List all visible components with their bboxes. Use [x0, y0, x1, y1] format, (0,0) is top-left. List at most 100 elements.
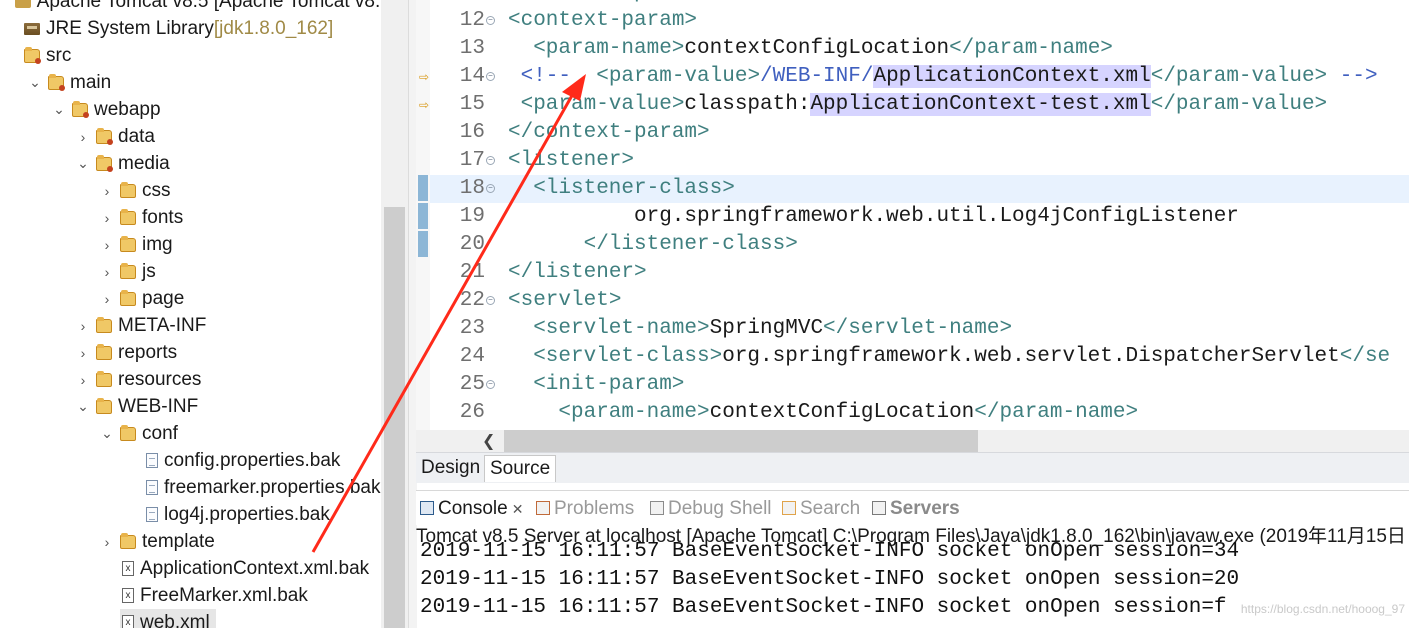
explorer-scrollbar-thumb[interactable] [384, 207, 405, 628]
code-line[interactable]: 13 <param-name>contextConfigLocation</par… [430, 35, 1409, 63]
tab-source[interactable]: Source [484, 455, 557, 482]
code-line[interactable]: 14− <!-- <param-value>/WEB-INF/Applicatio… [430, 63, 1409, 91]
chevron-right-icon[interactable]: › [100, 264, 114, 280]
tree-item-config-properties-bak[interactable]: ›config.properties.bak [0, 447, 408, 474]
close-icon[interactable]: ✕ [512, 501, 524, 517]
code-line[interactable]: 20 </listener-class> [430, 231, 1409, 259]
code-line[interactable]: 17− <listener> [430, 147, 1409, 175]
code-line[interactable]: 22− <servlet> [430, 287, 1409, 315]
tree-item-freemarker-properties-bak[interactable]: ›freemarker.properties.bak [0, 474, 408, 501]
tree-item-reports[interactable]: › reports [0, 339, 408, 366]
tree-item-jre-system-library[interactable]: ›JRE System Library [jdk1.8.0_162] [0, 15, 384, 42]
tree-item-label: main [70, 71, 112, 93]
xml-tag-token: </servlet-name> [823, 317, 1013, 340]
code-line[interactable]: 26 <param-name>contextConfigLocation</par… [430, 399, 1409, 427]
tree-item-template[interactable]: › template [0, 528, 408, 555]
tree-item-conf[interactable]: ⌄ conf [0, 420, 408, 447]
chevron-right-icon[interactable]: › [100, 183, 114, 199]
code-text: <param-value>classpath:ApplicationContex… [520, 91, 1328, 119]
line-number: 23 [459, 317, 485, 340]
tree-item-applicationcontext-xml-bak[interactable]: ›xApplicationContext.xml.bak [0, 555, 408, 582]
tree-item-log4j-properties-bak[interactable]: ›log4j.properties.bak [0, 501, 408, 528]
code-line[interactable]: 12− <context-param> [430, 7, 1409, 35]
code-line[interactable]: 16 </context-param> [430, 119, 1409, 147]
fold-toggle-icon[interactable]: − [486, 296, 495, 305]
tab-problems[interactable]: Problems [536, 497, 634, 521]
xml-tag-token: </param-name> [949, 37, 1113, 60]
text-token: classpath: [684, 93, 811, 116]
marker-arrow-icon[interactable]: ⇨ [419, 71, 429, 83]
xml-tag-token: </param-name> [974, 401, 1139, 424]
chevron-right-icon[interactable]: › [100, 291, 114, 307]
code-line[interactable]: 25− <init-param> [430, 371, 1409, 399]
chevron-right-icon[interactable]: › [100, 534, 114, 550]
marker-arrow-icon[interactable]: ⇨ [419, 99, 429, 111]
tree-item-src[interactable]: ›src [0, 42, 384, 69]
xml-tag-token: <param-value> [596, 65, 761, 88]
chevron-right-icon[interactable]: › [76, 129, 90, 145]
fold-toggle-icon[interactable]: − [486, 184, 495, 193]
code-line[interactable]: 19 org.springframework.web.util.Log4jConf… [430, 203, 1409, 231]
watermark-text: https://blog.csdn.net/hooog_97 [1240, 602, 1405, 616]
tab-design[interactable]: Design [416, 455, 485, 481]
fold-toggle-icon[interactable]: − [486, 156, 495, 165]
tree-item-main[interactable]: ⌄ main [0, 69, 408, 96]
tree-item-meta-inf[interactable]: › META-INF [0, 312, 408, 339]
chevron-right-icon[interactable]: › [76, 372, 90, 388]
code-text: <param-name>contextConfigLocation</param… [558, 399, 1138, 427]
tree-item-label: page [142, 287, 185, 309]
fold-toggle-icon[interactable]: − [486, 16, 495, 25]
tree-item-decoration: [jdk1.8.0_162] [213, 17, 334, 39]
tab-servers[interactable]: Servers [872, 497, 960, 521]
tree-item-label: media [118, 152, 170, 174]
tree-item-web-xml[interactable]: x web.xml [120, 609, 216, 628]
xml-tag-token: </listener-class> [583, 233, 798, 256]
xml-tag-token: </param-value> [1150, 93, 1328, 116]
tree-item-page[interactable]: › page [0, 285, 408, 312]
tab-console[interactable]: Console ✕ [420, 497, 523, 521]
scroll-left-icon[interactable]: ❮ [482, 431, 495, 451]
fold-toggle-icon[interactable]: − [486, 380, 495, 389]
highlighted-token: ApplicationContext.xml [873, 65, 1151, 88]
code-line[interactable]: 23 <servlet-name>SpringMVC</servlet-name> [430, 315, 1409, 343]
folder-icon [96, 316, 112, 333]
tree-item-css[interactable]: › css [0, 177, 408, 204]
tree-item-data[interactable]: › data [0, 123, 408, 150]
tab-label: Console [438, 498, 508, 519]
code-line[interactable]: 21 </listener> [430, 259, 1409, 287]
editor-annotation-ruler: ⇨ ⇨ [416, 0, 430, 430]
fold-toggle-icon[interactable]: − [486, 72, 495, 81]
chevron-right-icon[interactable]: › [76, 345, 90, 361]
xml-source-editor[interactable]: ⇨⇨ 11</context-param>12−<context-param>1… [416, 0, 1409, 430]
chevron-down-icon[interactable]: ⌄ [52, 101, 66, 118]
tree-item-fonts[interactable]: › fonts [0, 204, 408, 231]
tab-debug-shell[interactable]: Debug Shell [650, 497, 772, 521]
code-line[interactable]: 18− <listener-class> [430, 175, 1409, 203]
code-line[interactable]: 11 </context-param> [430, 0, 1409, 7]
tree-item-label: fonts [142, 206, 184, 228]
tree-item-freemarker-xml-bak[interactable]: ›xFreeMarker.xml.bak [0, 582, 408, 609]
tree-item-web-inf[interactable]: ⌄ WEB-INF [0, 393, 408, 420]
editor-hscroll-thumb[interactable] [504, 430, 978, 452]
tree-item-media[interactable]: ⌄ media [0, 150, 408, 177]
code-line[interactable]: 15 <param-value>classpath:ApplicationCont… [430, 91, 1409, 119]
chevron-down-icon[interactable]: ⌄ [76, 398, 90, 415]
tree-item-label: FreeMarker.xml.bak [140, 584, 308, 606]
chevron-down-icon[interactable]: ⌄ [100, 425, 114, 442]
tree-item-webapp[interactable]: ⌄ webapp [0, 96, 408, 123]
chevron-right-icon[interactable]: › [100, 210, 114, 226]
editor-horizontal-scrollbar[interactable]: ❮ [416, 430, 1409, 452]
tree-item-img[interactable]: › img [0, 231, 408, 258]
code-line[interactable]: 24 <servlet-class>org.springframework.web… [430, 343, 1409, 371]
chevron-down-icon[interactable]: ⌄ [76, 155, 90, 172]
chevron-right-icon[interactable]: › [100, 237, 114, 253]
chevron-right-icon[interactable]: › [76, 318, 90, 334]
tree-item-js[interactable]: › js [0, 258, 408, 285]
explorer-scrollbar[interactable] [381, 0, 408, 628]
tree-item-apache-tomcat-v8-5-apache-tomcat-v8-5[interactable]: ›Apache Tomcat v8.5 [Apache Tomcat v8.5] [0, 0, 396, 15]
xml-tag-token: <param-value> [520, 93, 685, 116]
tree-item-resources[interactable]: › resources [0, 366, 408, 393]
tree-item-label: webapp [94, 98, 161, 120]
tab-search[interactable]: Search [782, 497, 860, 521]
chevron-down-icon[interactable]: ⌄ [28, 74, 42, 91]
